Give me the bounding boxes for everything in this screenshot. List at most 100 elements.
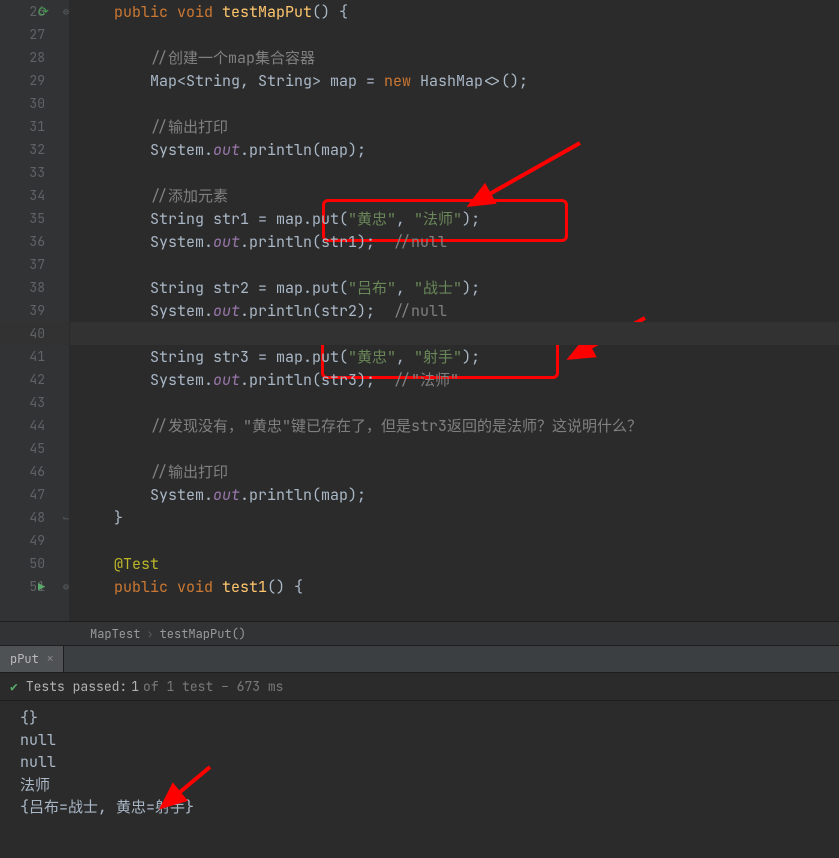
code-line[interactable]: String str1 = map.put("黄忠", "法师"); <box>70 207 839 230</box>
line-number-gutter[interactable]: 26⟳2728293031323334353637383940414243444… <box>0 0 70 621</box>
line-number[interactable]: 43 <box>0 391 69 414</box>
line-number[interactable]: 29 <box>0 69 69 92</box>
code-line[interactable] <box>70 437 839 460</box>
token: String str1 = map.put( <box>78 209 348 229</box>
token: () { <box>312 2 348 22</box>
token: } <box>78 508 123 528</box>
token: test1 <box>222 577 267 597</box>
token: //"法师" <box>393 369 459 390</box>
token: ); <box>462 209 480 229</box>
line-number[interactable]: 26⟳ <box>0 0 69 23</box>
breadcrumb-bar[interactable]: MapTest › testMapPut() <box>0 621 839 645</box>
code-line[interactable]: System.out.println(map); <box>70 483 839 506</box>
code-content[interactable]: ⊖ public void testMapPut() { //创建一个map集合… <box>70 0 839 621</box>
token: //输出打印 <box>150 461 228 482</box>
code-editor[interactable]: 26⟳2728293031323334353637383940414243444… <box>0 0 839 621</box>
code-line[interactable] <box>70 529 839 552</box>
line-number[interactable]: 31 <box>0 115 69 138</box>
line-number[interactable]: 36 <box>0 230 69 253</box>
code-line[interactable]: ⌙ } <box>70 506 839 529</box>
console-line: null <box>20 751 819 773</box>
line-number[interactable]: 33 <box>0 161 69 184</box>
code-line[interactable]: System.out.println(map); <box>70 138 839 161</box>
line-number[interactable]: 28 <box>0 46 69 69</box>
token: System. <box>78 140 213 160</box>
code-line[interactable]: //创建一个map集合容器 <box>70 46 839 69</box>
line-number[interactable]: 30 <box>0 92 69 115</box>
token: System. <box>78 370 213 390</box>
line-number[interactable]: 48 <box>0 506 69 529</box>
tool-window-tabs[interactable]: pPut ✕ <box>0 645 839 673</box>
line-number[interactable]: 50 <box>0 552 69 575</box>
code-line[interactable] <box>70 161 839 184</box>
token: HashMap<>(); <box>420 71 528 91</box>
line-number[interactable]: 46 <box>0 460 69 483</box>
code-line[interactable] <box>70 23 839 46</box>
token: , <box>396 278 414 298</box>
fold-start-icon[interactable]: ⊖ <box>63 580 69 593</box>
code-line[interactable]: ⊖ public void testMapPut() { <box>70 0 839 23</box>
line-number[interactable]: 40 <box>0 322 69 345</box>
code-line[interactable]: //输出打印 <box>70 460 839 483</box>
code-line[interactable] <box>70 322 839 345</box>
run-icon[interactable]: ▶ <box>38 579 45 595</box>
breadcrumb-method[interactable]: testMapPut() <box>160 626 246 642</box>
line-number[interactable]: 45 <box>0 437 69 460</box>
code-line[interactable]: ⊖ public void test1() { <box>70 575 839 598</box>
token: //发现没有，"黄忠"键已存在了，但是str3返回的是法师？这说明什么？ <box>150 415 642 436</box>
token: out <box>213 485 240 505</box>
line-number[interactable]: 27 <box>0 23 69 46</box>
code-line[interactable] <box>70 253 839 276</box>
line-number[interactable]: 49 <box>0 529 69 552</box>
code-line[interactable]: Map<String, String> map = new HashMap<>(… <box>70 69 839 92</box>
code-line[interactable]: String str2 = map.put("吕布", "战士"); <box>70 276 839 299</box>
code-line[interactable] <box>70 92 839 115</box>
code-line[interactable] <box>70 391 839 414</box>
line-number[interactable]: 42 <box>0 368 69 391</box>
token: System. <box>78 232 213 252</box>
fold-start-icon[interactable]: ⊖ <box>63 5 69 18</box>
token: () { <box>267 577 303 597</box>
token: out <box>213 232 240 252</box>
line-number[interactable]: 47 <box>0 483 69 506</box>
code-line[interactable]: System.out.println(str1); //null <box>70 230 839 253</box>
line-number[interactable]: 38 <box>0 276 69 299</box>
line-number[interactable]: 39 <box>0 299 69 322</box>
token: //null <box>393 301 447 321</box>
breadcrumb-class[interactable]: MapTest <box>90 626 140 642</box>
line-number[interactable]: 37 <box>0 253 69 276</box>
token: Map<String, String> map = <box>78 71 384 91</box>
token: String str2 = map.put( <box>78 278 348 298</box>
code-line[interactable]: @Test <box>70 552 839 575</box>
token: //输出打印 <box>150 116 228 137</box>
code-line[interactable]: String str3 = map.put("黄忠", "射手"); <box>70 345 839 368</box>
tests-passed-count: 1 <box>131 678 139 695</box>
line-number[interactable]: 35 <box>0 207 69 230</box>
token: , <box>396 209 414 229</box>
code-line[interactable]: System.out.println(str2); //null <box>70 299 839 322</box>
fold-end-icon[interactable]: ⌙ <box>63 511 69 524</box>
token: ); <box>462 278 480 298</box>
line-number[interactable]: 41 <box>0 345 69 368</box>
line-number[interactable]: 51▶ <box>0 575 69 598</box>
token <box>78 2 114 22</box>
line-number[interactable]: 44 <box>0 414 69 437</box>
token: public void <box>114 577 222 597</box>
code-line[interactable]: //发现没有，"黄忠"键已存在了，但是str3返回的是法师？这说明什么？ <box>70 414 839 437</box>
run-test-icon[interactable]: ⟳ <box>38 3 49 20</box>
token <box>78 48 150 68</box>
breadcrumb-separator: › <box>146 626 153 642</box>
run-tab[interactable]: pPut ✕ <box>0 646 64 672</box>
line-number[interactable]: 34 <box>0 184 69 207</box>
line-number[interactable]: 32 <box>0 138 69 161</box>
code-line[interactable]: System.out.println(str3); //"法师" <box>70 368 839 391</box>
close-icon[interactable]: ✕ <box>47 652 54 666</box>
token <box>78 416 150 436</box>
code-line[interactable]: //输出打印 <box>70 115 839 138</box>
code-line[interactable]: //添加元素 <box>70 184 839 207</box>
token: "黄忠" <box>348 346 396 367</box>
token: ); <box>462 347 480 367</box>
token: "法师" <box>414 208 462 229</box>
console-line: null <box>20 729 819 751</box>
console-output[interactable]: {}nullnull法师{吕布=战士, 黄忠=射手} <box>0 701 839 823</box>
